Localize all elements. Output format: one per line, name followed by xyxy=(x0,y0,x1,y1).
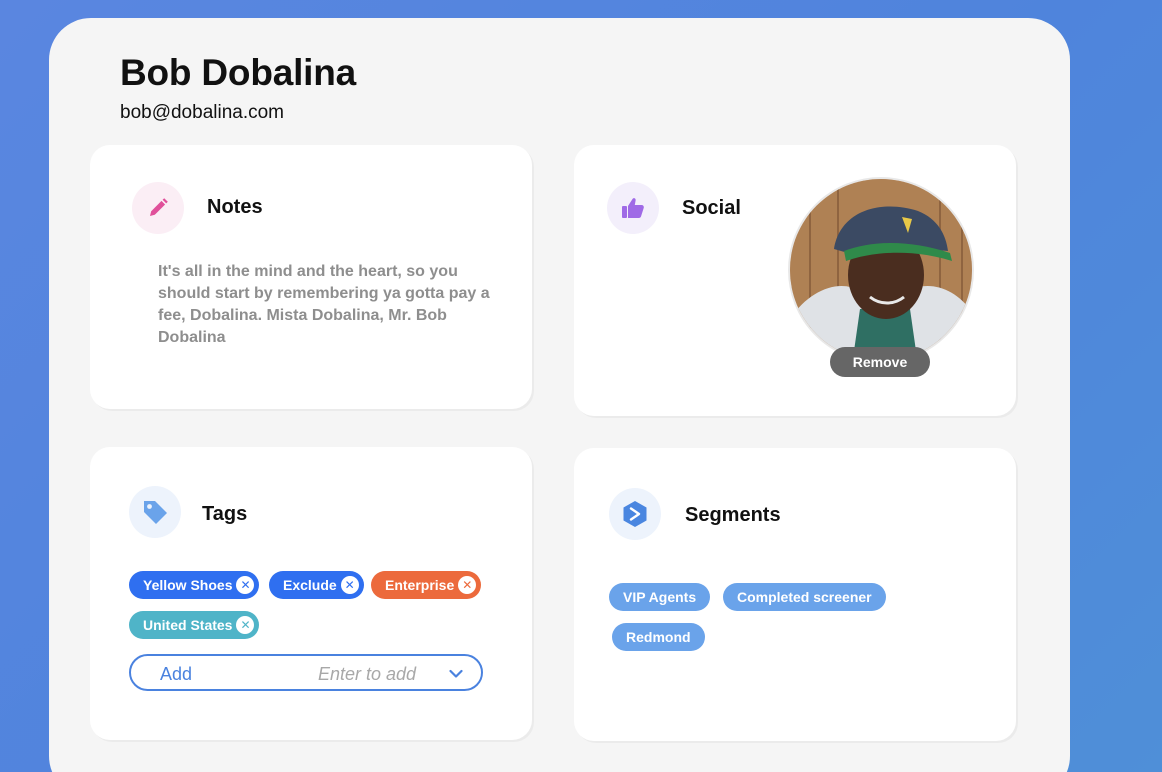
avatar xyxy=(788,177,974,363)
segment-hexagon-icon xyxy=(609,488,661,540)
segment-chip[interactable]: Redmond xyxy=(612,623,705,651)
segments-card: Segments VIP Agents Completed screener R… xyxy=(574,448,1016,741)
remove-photo-button[interactable]: Remove xyxy=(830,347,930,377)
segment-chip[interactable]: Completed screener xyxy=(723,583,886,611)
social-title: Social xyxy=(682,197,741,219)
notes-card: Notes It's all in the mind and the heart… xyxy=(90,145,532,409)
notes-text[interactable]: It's all in the mind and the heart, so y… xyxy=(158,261,498,349)
tag-chip[interactable]: Yellow Shoes ✕ xyxy=(129,571,260,599)
notes-title: Notes xyxy=(207,196,263,218)
remove-tag-icon[interactable]: ✕ xyxy=(236,576,255,594)
add-tag-label: Add xyxy=(160,664,193,684)
segments-title: Segments xyxy=(685,504,781,526)
tags-title: Tags xyxy=(202,503,248,525)
thumbs-up-icon xyxy=(607,182,659,234)
add-tag-input[interactable]: Add Enter to add xyxy=(129,654,483,691)
chevron-down-icon[interactable] xyxy=(449,666,463,684)
tag-label: Yellow Shoes xyxy=(143,577,233,593)
remove-tag-icon[interactable]: ✕ xyxy=(340,576,359,594)
contact-panel: Bob Dobalina bob@dobalina.com Notes It's… xyxy=(49,18,1070,772)
tag-label: Exclude xyxy=(283,577,337,593)
contact-name: Bob Dobalina xyxy=(120,52,357,93)
tag-label: Enterprise xyxy=(385,577,455,593)
remove-tag-icon[interactable]: ✕ xyxy=(458,576,477,594)
tag-label: United States xyxy=(143,617,233,633)
social-card: Social Remove xyxy=(574,145,1016,416)
contact-email: bob@dobalina.com xyxy=(120,102,285,123)
tags-card: Tags Yellow Shoes ✕ Exclude ✕ Enterprise… xyxy=(90,447,532,740)
segment-chip[interactable]: VIP Agents xyxy=(609,583,711,611)
pencil-icon xyxy=(132,182,184,234)
tag-icon xyxy=(129,486,181,538)
tag-chip[interactable]: United States ✕ xyxy=(129,611,260,639)
tag-chip[interactable]: Exclude ✕ xyxy=(269,571,364,599)
add-tag-placeholder: Enter to add xyxy=(318,664,417,684)
remove-tag-icon[interactable]: ✕ xyxy=(236,616,255,634)
tag-chip[interactable]: Enterprise ✕ xyxy=(371,571,482,599)
